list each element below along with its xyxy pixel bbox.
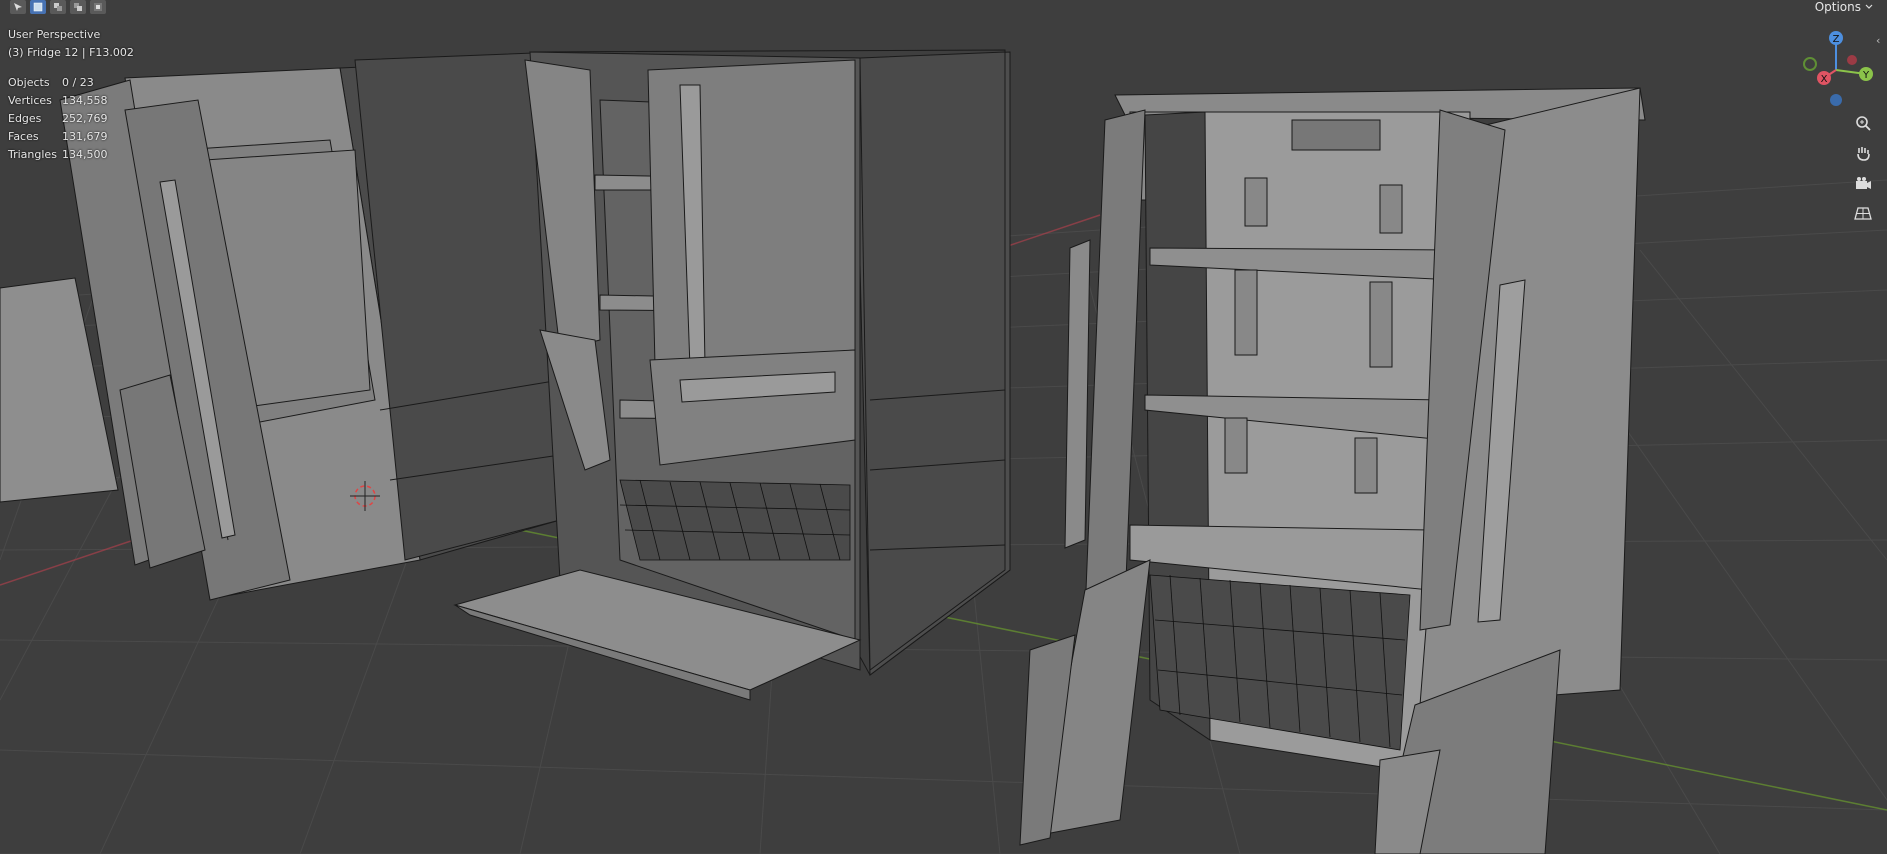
select-subtract-button[interactable] [70,0,86,14]
select-intersect-icon [94,3,102,11]
gizmo-neg-x[interactable] [1847,55,1857,65]
viewport-scene[interactable] [0,0,1887,854]
chevron-down-icon [1865,4,1873,9]
camera-view-button[interactable] [1850,170,1876,196]
stat-vertices: Vertices 134,558 [8,94,108,107]
zoom-button[interactable] [1850,110,1876,136]
gizmo-neg-y[interactable] [1803,57,1817,71]
camera-icon [1856,177,1871,189]
3d-viewport[interactable]: Options User Perspective (3) Fridge 12 |… [0,0,1887,854]
gizmo-y-label: Y [1862,70,1870,81]
statistics-overlay: Objects 0 / 23 Vertices 134,558 Edges 25… [8,74,108,164]
select-mode-toolbar [10,0,106,16]
options-menu[interactable]: Options [1815,0,1873,14]
fridge-left[interactable] [59,51,561,601]
gizmo-z-label: Z [1833,34,1840,45]
stat-edges: Edges 252,769 [8,112,108,125]
grid-perspective-icon [1854,207,1872,220]
cursor-icon [14,3,22,11]
hand-pan-icon [1857,147,1870,161]
select-intersect-button[interactable] [90,0,106,14]
perspective-toggle-button[interactable] [1850,200,1876,226]
collapse-arrow-icon[interactable]: ‹ [1876,34,1880,47]
stat-triangles: Triangles 134,500 [8,148,108,161]
view-name: User Perspective [8,28,101,41]
select-extend-button[interactable] [50,0,66,14]
active-object-info: (3) Fridge 12 | F13.002 [8,46,134,59]
select-extend-icon [54,3,62,11]
fridge-right[interactable] [1019,87,1646,854]
stat-faces: Faces 131,679 [8,130,108,143]
gizmo-neg-z[interactable] [1830,94,1842,106]
stat-objects: Objects 0 / 23 [8,76,94,89]
select-new-button[interactable] [30,0,46,14]
select-tool-button[interactable] [10,0,26,14]
gizmo-x-label: X [1821,74,1828,85]
options-label: Options [1814,0,1861,14]
select-subtract-icon [74,3,82,11]
navigation-gizmo[interactable]: Z Y X [1790,26,1882,110]
pan-button[interactable] [1850,140,1876,166]
zoom-icon [1856,116,1871,131]
select-new-icon [33,2,43,12]
middle-basket [619,479,851,561]
